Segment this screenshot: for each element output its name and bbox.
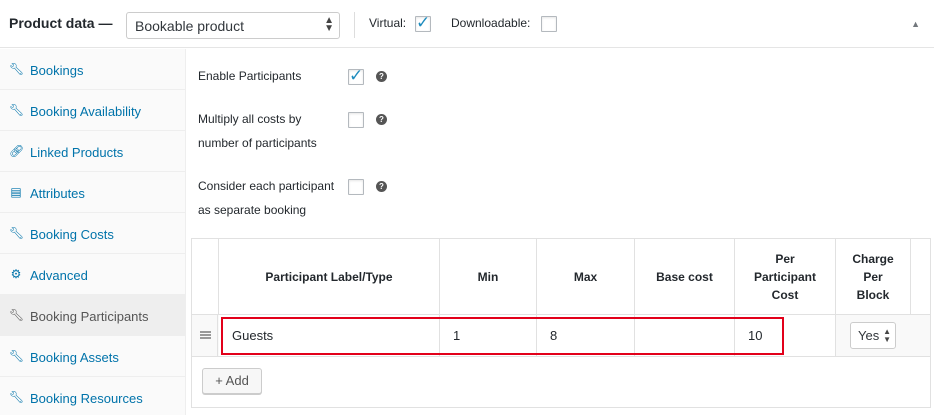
header-text: Max — [573, 269, 598, 284]
header-text: Participant — [753, 269, 816, 284]
select-arrows-icon: ▲ ▼ — [883, 327, 891, 344]
participant-label-input[interactable] — [219, 315, 439, 356]
downloadable-checkbox[interactable] — [541, 16, 557, 32]
wrench-icon: 🔧︎ — [9, 226, 25, 240]
charge-per-block-select[interactable]: Yes ▲ ▼ — [850, 322, 896, 349]
link-icon: 🔗︎ — [9, 144, 25, 158]
row-divider — [192, 356, 930, 357]
column-header-min: Min — [440, 239, 537, 314]
multiply-costs-checkbox[interactable] — [348, 112, 364, 128]
multiply-costs-label-line1: Multiply all costs by — [198, 112, 302, 126]
separate-booking-checkbox[interactable] — [348, 179, 364, 195]
help-icon[interactable]: ? — [376, 71, 387, 82]
hamburger-icon — [200, 331, 211, 333]
sidebar-item-label: Booking Availability — [30, 104, 142, 119]
product-type-value: Bookable product — [135, 18, 244, 34]
help-icon[interactable]: ? — [376, 114, 387, 125]
sidebar-item-label: Booking Assets — [30, 350, 119, 365]
per-participant-cost-input[interactable] — [735, 315, 835, 356]
enable-participants-checkbox[interactable]: ✓ — [348, 66, 364, 85]
add-participant-button[interactable]: + Add — [202, 368, 262, 394]
list-icon: ▤ — [10, 185, 22, 199]
column-header-label-type: Participant Label/Type — [219, 239, 440, 314]
sidebar-item-booking-assets[interactable]: 🔧︎ Booking Assets — [0, 336, 186, 377]
base-cost-cell — [635, 315, 735, 356]
header-text: Participant Label/Type — [265, 269, 393, 284]
wrench-icon: 🔧︎ — [9, 62, 25, 76]
participant-label-cell — [219, 315, 440, 356]
handle-column-header — [192, 239, 219, 314]
wrench-icon: 🔧︎ — [9, 308, 25, 322]
product-data-title: Product data — — [9, 15, 113, 31]
wrench-icon: 🔧︎ — [9, 390, 25, 404]
checkmark-icon: ✓ — [349, 66, 364, 85]
sidebar-item-label: Bookings — [30, 63, 84, 78]
header-text: Base cost — [656, 269, 713, 284]
sidebar-item-label: Advanced — [30, 268, 88, 283]
header-text: Block — [856, 287, 890, 302]
sidebar-item-booking-costs[interactable]: 🔧︎ Booking Costs — [0, 213, 186, 254]
sidebar-item-linked-products[interactable]: 🔗︎ Linked Products — [0, 131, 186, 172]
product-data-header: Product data — Bookable product ▲ ▼ Virtu… — [0, 0, 934, 48]
column-header-max: Max — [537, 239, 635, 314]
checkmark-icon: ✓ — [416, 13, 431, 32]
separate-booking-label-line2: as separate booking — [198, 203, 307, 217]
gear-icon: ⚙ — [10, 267, 22, 281]
base-cost-input[interactable] — [635, 315, 734, 356]
enable-participants-label: Enable Participants — [198, 69, 302, 83]
help-icon[interactable]: ? — [376, 181, 387, 192]
product-data-tabs: 🔧︎ Bookings 🔧︎ Booking Availability 🔗︎ L… — [0, 49, 186, 415]
drag-handle[interactable] — [192, 315, 218, 356]
max-cell — [537, 315, 635, 356]
wrench-icon: 🔧︎ — [9, 103, 25, 117]
virtual-label: Virtual: — [369, 16, 407, 30]
header-divider — [354, 12, 355, 38]
multiply-costs-label-line2: number of participants — [198, 136, 317, 150]
header-text: Cost — [771, 287, 799, 302]
charge-per-block-value: Yes — [858, 328, 880, 343]
wrench-icon: 🔧︎ — [9, 349, 25, 363]
header-text: Per — [775, 251, 795, 266]
sidebar-item-booking-participants[interactable]: 🔧︎ Booking Participants — [0, 295, 186, 336]
separate-booking-label-line1: Consider each participant — [198, 179, 335, 193]
header-text: Charge — [852, 251, 894, 266]
sidebar-item-label: Booking Resources — [30, 391, 143, 406]
sidebar-item-advanced[interactable]: ⚙ Advanced — [0, 254, 186, 295]
min-input[interactable] — [440, 315, 536, 356]
max-input[interactable] — [537, 315, 634, 356]
participants-table: Participant Label/Type Min Max Base cost… — [191, 238, 931, 408]
sidebar-item-bookings[interactable]: 🔧︎ Bookings — [0, 49, 186, 90]
booking-participants-panel: Enable Participants ✓ ? Multiply all cos… — [187, 49, 934, 415]
header-text: Per — [863, 269, 883, 284]
sidebar-item-label: Attributes — [30, 186, 85, 201]
per-participant-cost-cell — [735, 315, 836, 356]
column-header-per-participant-cost: Per Participant Cost — [735, 239, 836, 314]
collapse-toggle-icon[interactable]: ▲ — [911, 19, 920, 29]
column-header-base-cost: Base cost — [635, 239, 735, 314]
downloadable-label: Downloadable: — [451, 16, 531, 30]
min-cell — [440, 315, 537, 356]
sidebar-item-label: Booking Costs — [30, 227, 114, 242]
header-text: Min — [477, 269, 499, 284]
sidebar-item-booking-resources[interactable]: 🔧︎ Booking Resources — [0, 377, 186, 415]
sidebar-item-attributes[interactable]: ▤ Attributes — [0, 172, 186, 213]
select-arrows-icon: ▲ ▼ — [324, 15, 334, 34]
virtual-checkbox[interactable]: ✓ — [415, 13, 431, 32]
sidebar-item-booking-availability[interactable]: 🔧︎ Booking Availability — [0, 90, 186, 131]
column-header-charge-per-block: Charge Per Block — [836, 239, 911, 314]
sidebar-item-label: Linked Products — [30, 145, 124, 160]
product-type-select[interactable]: Bookable product ▲ ▼ — [126, 12, 340, 39]
sidebar-item-label: Booking Participants — [30, 309, 149, 324]
